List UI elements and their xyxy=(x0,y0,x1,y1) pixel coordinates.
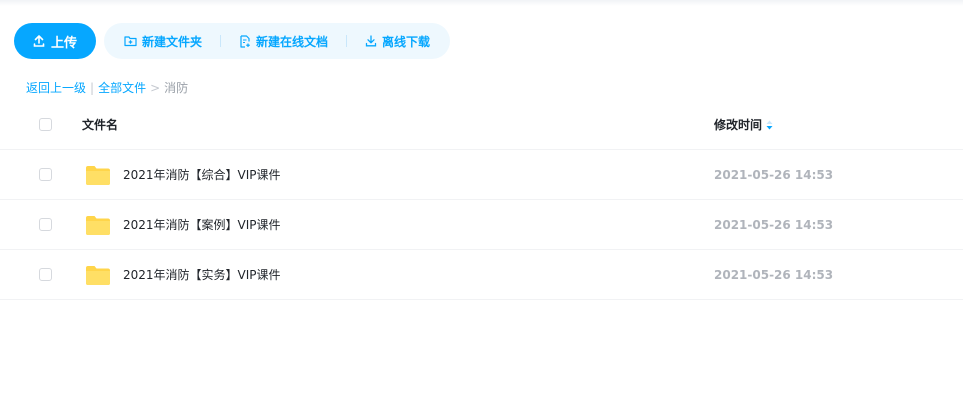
breadcrumb-all-files-link[interactable]: 全部文件 xyxy=(98,79,146,96)
action-group: 新建文件夹 新建在线文档 离线下载 xyxy=(104,23,451,59)
file-name[interactable]: 2021年消防【综合】VIP课件 xyxy=(123,166,281,183)
upload-button[interactable]: 上传 xyxy=(14,23,96,59)
row-name-cell: 2021年消防【综合】VIP课件 xyxy=(82,165,714,185)
file-name[interactable]: 2021年消防【案例】VIP课件 xyxy=(123,216,281,233)
breadcrumb: 返回上一级 | 全部文件 > 消防 xyxy=(26,79,188,96)
modified-time: 2021-05-26 14:53 xyxy=(714,217,834,232)
offline-download-label: 离线下载 xyxy=(382,34,431,49)
row-checkbox[interactable] xyxy=(39,218,52,231)
new-online-doc-button[interactable]: 新建在线文档 xyxy=(239,33,328,50)
name-header-cell: 文件名 xyxy=(82,116,714,133)
offline-download-button[interactable]: 离线下载 xyxy=(365,33,430,50)
table-header: 文件名 修改时间 xyxy=(0,100,963,150)
new-online-doc-label: 新建在线文档 xyxy=(256,34,329,49)
name-column-header[interactable]: 文件名 xyxy=(82,116,118,133)
row-time-cell: 2021-05-26 14:53 xyxy=(714,268,963,282)
row-time-cell: 2021-05-26 14:53 xyxy=(714,168,963,182)
row-name-cell: 2021年消防【案例】VIP课件 xyxy=(82,215,714,235)
row-check-cell xyxy=(0,268,82,281)
row-check-cell xyxy=(0,168,82,181)
table-row[interactable]: 2021年消防【案例】VIP课件 2021-05-26 14:53 xyxy=(0,200,963,250)
new-folder-icon xyxy=(124,36,137,47)
row-name-cell: 2021年消防【实务】VIP课件 xyxy=(82,265,714,285)
download-icon xyxy=(365,35,377,47)
toolbar-divider xyxy=(220,35,222,47)
sort-icon[interactable] xyxy=(766,120,773,130)
folder-icon xyxy=(86,265,110,285)
table-row[interactable]: 2021年消防【实务】VIP课件 2021-05-26 14:53 xyxy=(0,250,963,300)
row-check-cell xyxy=(0,218,82,231)
select-all-cell xyxy=(0,118,82,131)
modified-header-cell: 修改时间 xyxy=(714,116,963,133)
row-time-cell: 2021-05-26 14:53 xyxy=(714,218,963,232)
breadcrumb-back-link[interactable]: 返回上一级 xyxy=(26,79,86,96)
modified-column-header[interactable]: 修改时间 xyxy=(714,116,762,133)
breadcrumb-current: 消防 xyxy=(164,81,189,95)
modified-time: 2021-05-26 14:53 xyxy=(714,267,834,282)
folder-icon xyxy=(86,165,110,185)
upload-label: 上传 xyxy=(50,35,77,51)
upload-icon xyxy=(33,35,45,47)
row-checkbox[interactable] xyxy=(39,168,52,181)
select-all-checkbox[interactable] xyxy=(39,118,52,131)
toolbar: 上传 新建文件夹 新建在线文档 离线下载 xyxy=(14,23,451,59)
row-checkbox[interactable] xyxy=(39,268,52,281)
toolbar-divider xyxy=(346,35,348,47)
new-folder-label: 新建文件夹 xyxy=(142,34,203,49)
new-folder-button[interactable]: 新建文件夹 xyxy=(124,33,202,50)
modified-time: 2021-05-26 14:53 xyxy=(714,167,834,182)
breadcrumb-divider: | xyxy=(90,80,95,95)
breadcrumb-arrow: > xyxy=(150,80,161,95)
file-name[interactable]: 2021年消防【实务】VIP课件 xyxy=(123,266,281,283)
file-table: 文件名 修改时间 2021年消防【综合】VIP课件 2021-05-26 14:… xyxy=(0,100,963,300)
table-row[interactable]: 2021年消防【综合】VIP课件 2021-05-26 14:53 xyxy=(0,150,963,200)
new-doc-icon xyxy=(240,34,250,48)
top-shadow xyxy=(0,0,963,6)
folder-icon xyxy=(86,215,110,235)
